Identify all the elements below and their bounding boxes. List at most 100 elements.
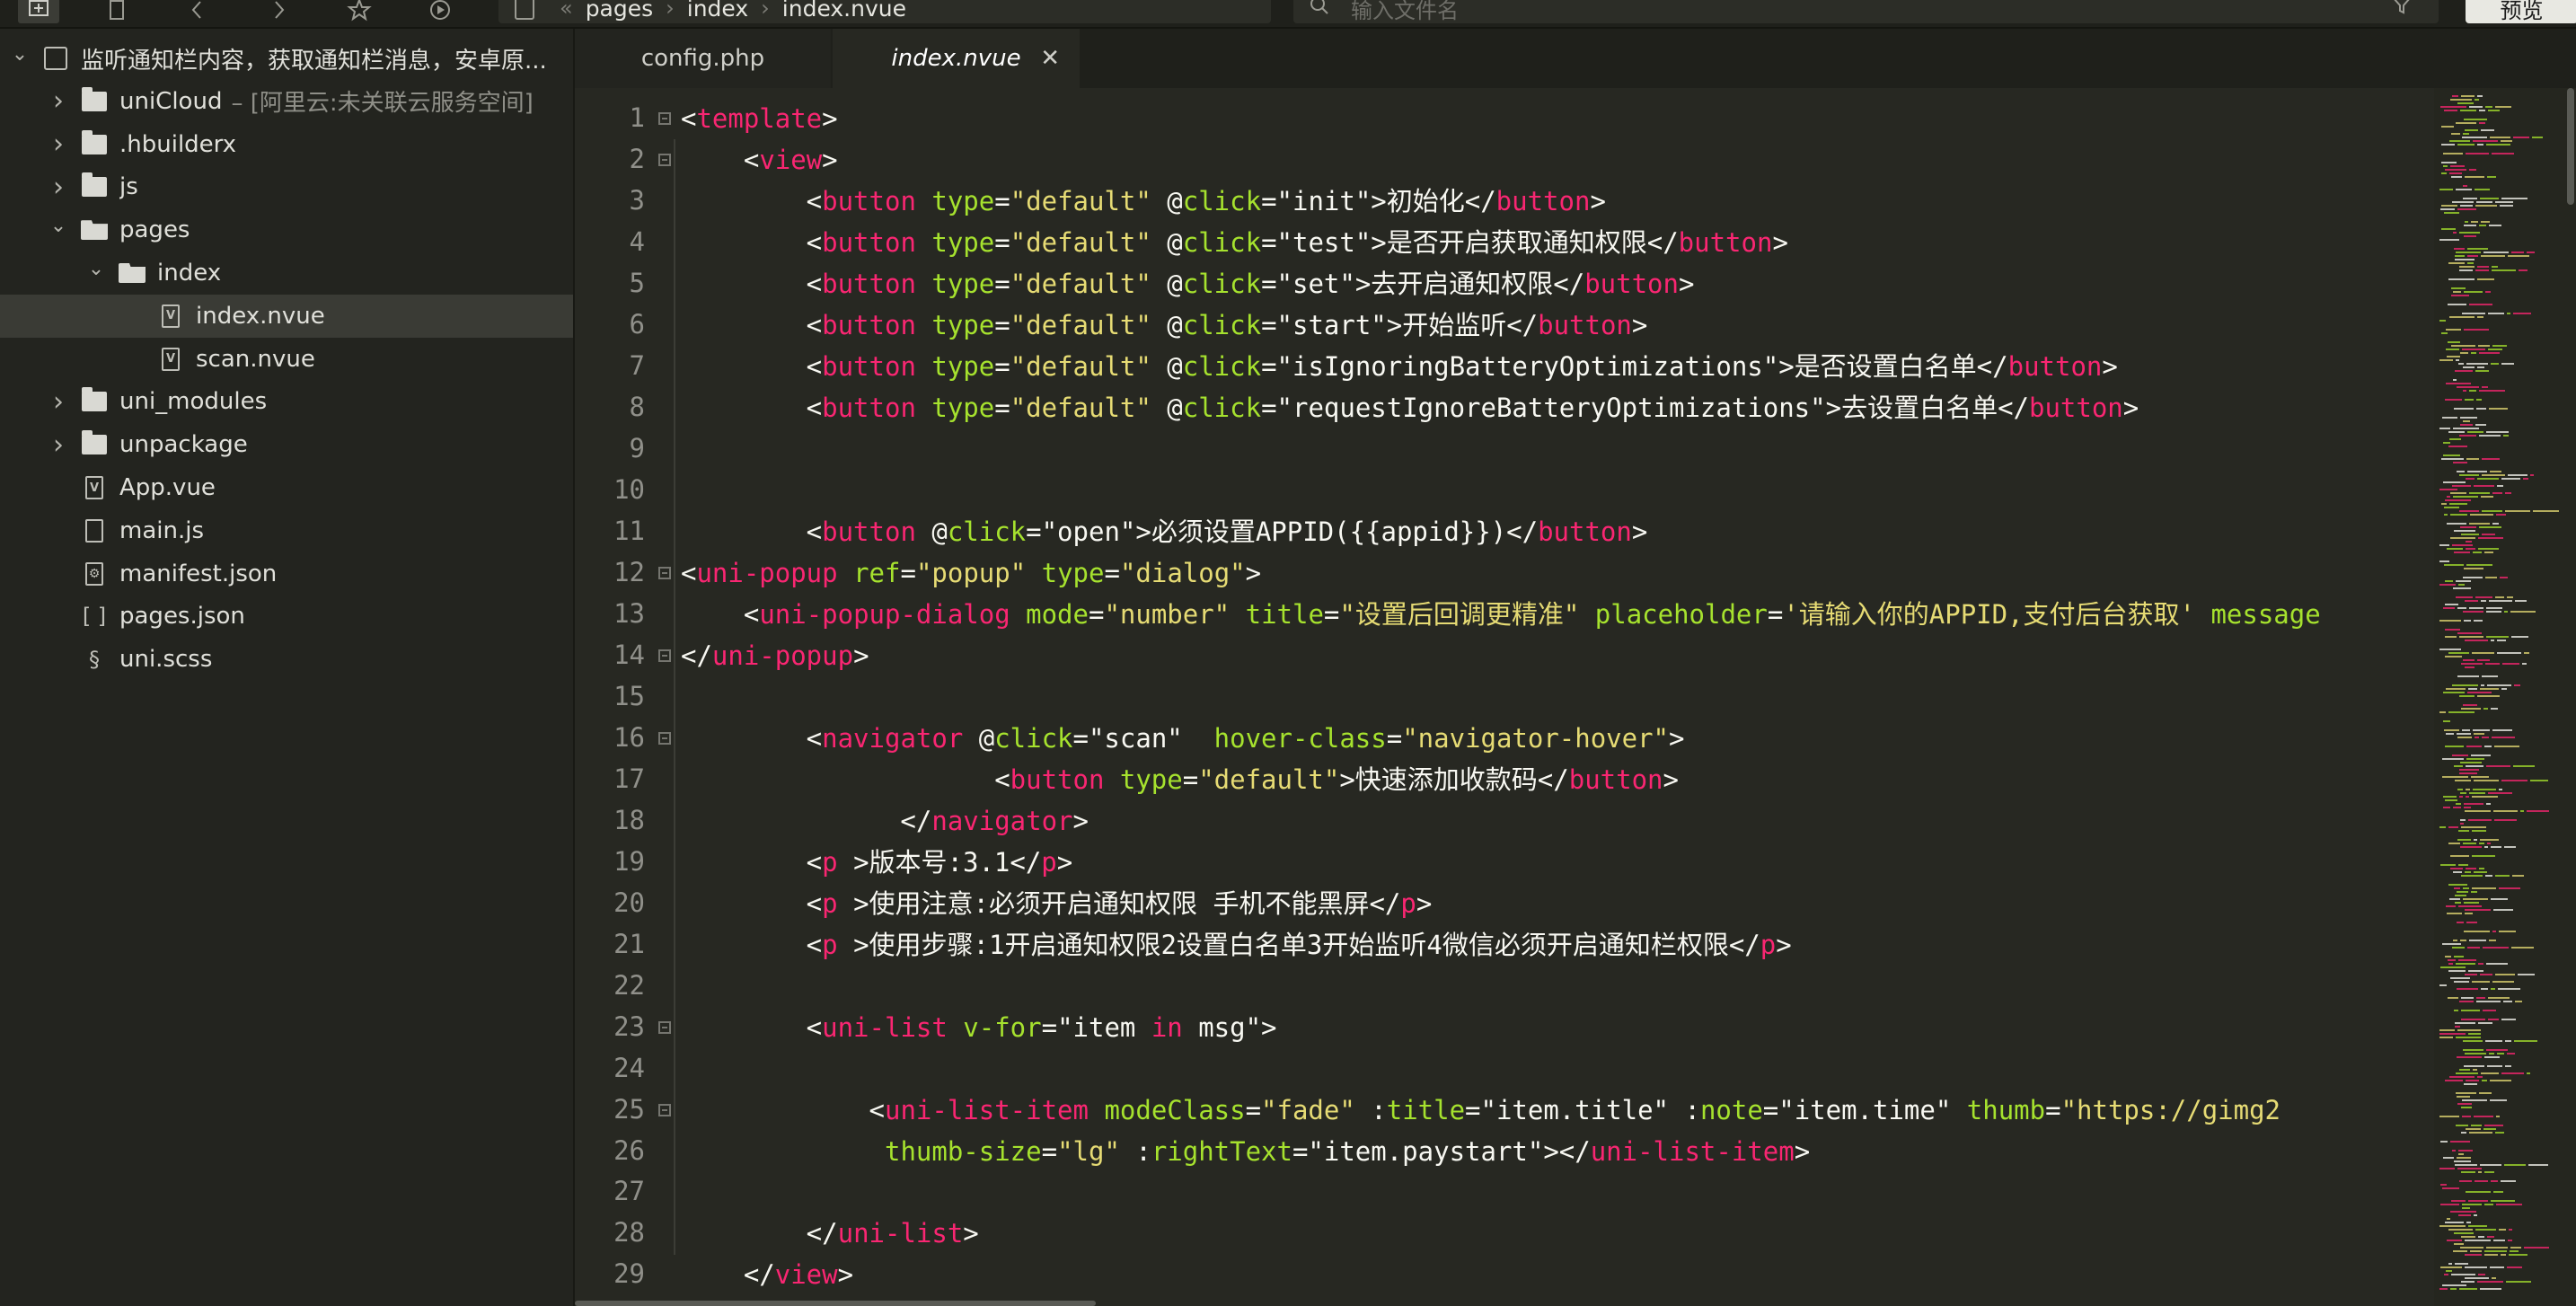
- code-line[interactable]: thumb-size="lg" :rightText="item.paystar…: [681, 1131, 1810, 1172]
- sidebar-item-label: pages: [119, 216, 190, 244]
- close-icon[interactable]: ✕: [1040, 45, 1060, 72]
- code-line[interactable]: <p >版本号:3.1</p>: [681, 842, 1073, 883]
- sidebar-item-index-nvue[interactable]: Vindex.nvue: [0, 294, 573, 338]
- fold-toggle-icon[interactable]: [658, 1103, 671, 1116]
- run-icon[interactable]: [422, 0, 458, 25]
- code-line[interactable]: <uni-popup-dialog mode="number" title="设…: [681, 594, 2321, 635]
- sidebar-item-uni-scss[interactable]: § uni.scss: [0, 638, 573, 681]
- file-icon[interactable]: [99, 0, 135, 25]
- fold-toggle-icon[interactable]: [658, 731, 671, 745]
- sidebar-item-pages-json[interactable]: [ ] pages.json: [0, 595, 573, 638]
- code-line[interactable]: <button type="default" @click="init">初始化…: [681, 181, 1606, 222]
- line-number: 20: [613, 887, 645, 918]
- fold-toggle-icon[interactable]: [658, 1020, 671, 1034]
- code-line[interactable]: <button type="default" @click="requestIg…: [681, 387, 2139, 428]
- sidebar-item-pages[interactable]: ⌄ pages: [0, 208, 573, 251]
- code-line[interactable]: </uni-popup>: [681, 635, 869, 676]
- horizontal-scrollbar[interactable]: [575, 1301, 1096, 1306]
- forward-icon[interactable]: [260, 0, 296, 25]
- code-line[interactable]: <navigator @click="scan" hover-class="na…: [681, 718, 1685, 759]
- chevron-right-icon[interactable]: ›: [49, 172, 67, 203]
- code-line[interactable]: <button type="default" @click="test">是否开…: [681, 222, 1788, 263]
- sidebar-item-main-js[interactable]: main.js: [0, 509, 573, 552]
- code-token: <: [681, 392, 823, 423]
- code-line[interactable]: <p >使用注意:必须开启通知权限 手机不能黑屏</p>: [681, 883, 1433, 924]
- manifest-file-icon: ⚙: [80, 560, 109, 588]
- fold-toggle-icon[interactable]: [658, 112, 671, 125]
- code-token: button: [822, 185, 916, 216]
- code-token: =: [1245, 1094, 1262, 1125]
- sidebar-item-hbuilderx[interactable]: › .hbuilderx: [0, 123, 573, 166]
- code-line[interactable]: <uni-list v-for="item in msg">: [681, 1007, 1277, 1048]
- code-token: view: [759, 144, 823, 175]
- sidebar-item-label: main.js: [119, 516, 204, 544]
- sidebar-item-label: .hbuilderx: [119, 130, 237, 158]
- code-line[interactable]: <button type="default" @click="start">开始…: [681, 304, 1648, 346]
- back-icon[interactable]: [180, 0, 216, 25]
- chevron-down-icon[interactable]: ⌄: [87, 258, 105, 280]
- tab-index-nvue[interactable]: index.nvue ✕: [833, 29, 1080, 88]
- fold-toggle-icon[interactable]: [658, 566, 671, 579]
- line-number: 28: [613, 1217, 645, 1249]
- code-line[interactable]: <button type="default">快速添加收款码</button>: [681, 759, 1679, 800]
- code-token: uni-popup: [711, 640, 854, 671]
- code-line[interactable]: <view>: [681, 139, 838, 181]
- sidebar-item-project[interactable]: ⌄ 监听通知栏内容，获取通知栏消息，安卓原...: [0, 37, 573, 80]
- line-number: 8: [629, 391, 645, 422]
- minimap[interactable]: [2434, 88, 2576, 1306]
- breadcrumb-item-file[interactable]: index.nvue: [782, 0, 906, 22]
- code-line[interactable]: <button type="default" @click="set">去开启通…: [681, 263, 1695, 304]
- code-line[interactable]: <template>: [681, 98, 838, 139]
- sidebar-item-index[interactable]: ⌄ index: [0, 251, 573, 295]
- sidebar-item-app-vue[interactable]: V App.vue: [0, 466, 573, 509]
- chevron-down-icon[interactable]: ⌄: [11, 43, 29, 66]
- sidebar-item-uni-modules[interactable]: › uni_modules: [0, 380, 573, 423]
- star-icon[interactable]: [341, 0, 377, 25]
- code-line[interactable]: <p >使用步骤:1开启通知权限2设置白名单3开始监听4微信必须开启通知栏权限<…: [681, 924, 1792, 966]
- code-token: @: [1151, 185, 1183, 216]
- code-line[interactable]: <button type="default" @click="isIgnorin…: [681, 346, 2118, 387]
- sidebar-item-label: index: [157, 260, 222, 287]
- code-token: >使用步骤:1开启通知权限2设置白名单3开始监听4微信必须开启通知栏权限</: [837, 929, 1760, 960]
- chevron-right-icon[interactable]: ›: [49, 128, 67, 160]
- code-line[interactable]: </navigator>: [681, 800, 1089, 842]
- new-window-icon[interactable]: [18, 0, 59, 23]
- code-token: ="item.title" :: [1465, 1094, 1700, 1125]
- code-line[interactable]: <uni-popup ref="popup" type="dialog">: [681, 552, 1261, 594]
- sidebar-item-js[interactable]: › js: [0, 165, 573, 208]
- fold-toggle-icon[interactable]: [658, 649, 671, 662]
- tab-config-php[interactable]: config.php: [575, 29, 831, 88]
- code-line[interactable]: </uni-list>: [681, 1213, 979, 1254]
- code-token: =: [1323, 598, 1340, 630]
- code-token: button: [1495, 185, 1591, 216]
- code-line[interactable]: <button @click="open">必须设置APPID({{appid}…: [681, 511, 1648, 552]
- code-token: view: [774, 1259, 838, 1291]
- code-token: =: [1104, 557, 1120, 588]
- sidebar-item-unpackage[interactable]: › unpackage: [0, 423, 573, 466]
- code-line[interactable]: <uni-list-item modeClass="fade" :title="…: [681, 1090, 2281, 1131]
- chevron-right-icon[interactable]: ›: [49, 386, 67, 418]
- vertical-scrollbar[interactable]: [2567, 88, 2574, 205]
- chevron-right-icon[interactable]: ›: [49, 85, 67, 117]
- breadcrumb-item-pages[interactable]: pages: [586, 0, 653, 22]
- file-search-input[interactable]: 输入文件名: [1293, 0, 2439, 23]
- chevron-right-icon[interactable]: ›: [49, 429, 67, 461]
- code-token: click: [994, 722, 1073, 754]
- code-token: @: [1151, 268, 1183, 299]
- fold-toggle-icon[interactable]: [658, 153, 671, 166]
- code-token: click: [1182, 350, 1262, 382]
- sidebar-item-unicloud[interactable]: › uniCloud – [阿里云:未关联云服务空间]: [0, 80, 573, 123]
- preview-button[interactable]: 预览: [2466, 0, 2576, 23]
- code-line[interactable]: </view>: [681, 1254, 853, 1295]
- code-editor[interactable]: 1 <template> 2 <view> 3 <button type="defau…: [575, 88, 2434, 1306]
- sidebar-item-manifest-json[interactable]: ⚙ manifest.json: [0, 552, 573, 596]
- sidebar-item-scan-nvue[interactable]: Vscan.nvue: [0, 338, 573, 381]
- chevron-down-icon[interactable]: ⌄: [49, 215, 67, 237]
- filter-icon[interactable]: [2392, 0, 2412, 21]
- code-token: >: [2102, 350, 2118, 382]
- code-token: >使用注意:必须开启通知权限 手机不能黑屏</: [837, 887, 1401, 919]
- breadcrumb-item-index[interactable]: index: [687, 0, 748, 22]
